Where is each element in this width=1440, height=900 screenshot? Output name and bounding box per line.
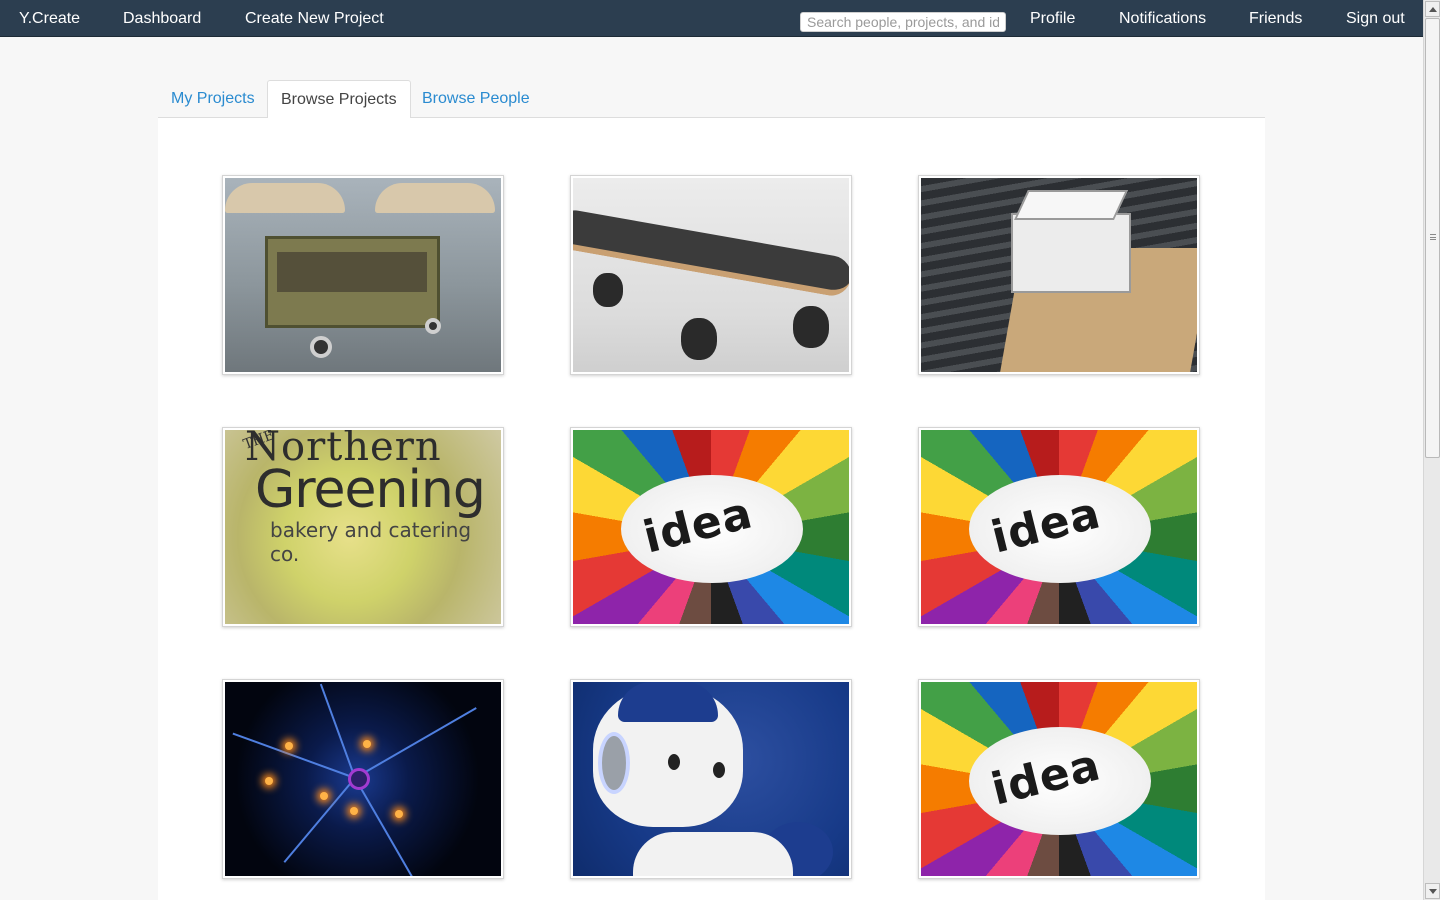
wheel-shape xyxy=(425,318,441,334)
tab-browse-people[interactable]: Browse People xyxy=(409,80,543,118)
skate-wheel-shape xyxy=(681,318,717,360)
top-navbar: Y.Create Dashboard Create New Project Pr… xyxy=(0,0,1423,37)
wheel-shape xyxy=(310,336,332,358)
model-roof-shape xyxy=(1014,190,1128,220)
project-image-neuron xyxy=(225,682,501,876)
arrow-up-icon xyxy=(1429,7,1437,12)
robot-ear-shape xyxy=(598,732,630,794)
scroll-down-button[interactable] xyxy=(1425,883,1440,899)
skate-wheel-shape xyxy=(593,273,623,307)
logo-text: Greening xyxy=(255,460,486,520)
nav-sign-out-link[interactable]: Sign out xyxy=(1346,0,1405,37)
grip-icon xyxy=(1430,234,1436,240)
axon-shape xyxy=(283,777,356,863)
axon-shape xyxy=(319,683,356,779)
scrollbar-thumb[interactable] xyxy=(1425,18,1440,458)
project-card[interactable] xyxy=(570,175,852,375)
project-image-house-model xyxy=(921,178,1197,372)
project-image-idea-pencils: idea xyxy=(921,682,1197,876)
project-image-food-cart xyxy=(225,178,501,372)
project-card[interactable] xyxy=(222,679,504,879)
spark-shape xyxy=(265,777,273,785)
project-image-idea-pencils: idea xyxy=(573,430,849,624)
umbrella-shape xyxy=(225,183,345,213)
project-image-idea-pencils: idea xyxy=(921,430,1197,624)
project-card[interactable] xyxy=(222,175,504,375)
project-card[interactable] xyxy=(570,679,852,879)
project-tabs: My Projects Browse Projects Browse Peopl… xyxy=(158,80,1265,119)
robot-cap-shape xyxy=(618,682,718,722)
nav-profile-link[interactable]: Profile xyxy=(1030,0,1075,37)
arrow-down-icon xyxy=(1429,889,1437,894)
nav-create-project-link[interactable]: Create New Project xyxy=(245,0,384,37)
tab-my-projects[interactable]: My Projects xyxy=(158,80,268,118)
cart-window-shape xyxy=(277,252,427,292)
skate-wheel-shape xyxy=(793,306,829,348)
spark-shape xyxy=(285,742,293,750)
axon-shape xyxy=(354,777,416,876)
spark-shape xyxy=(320,792,328,800)
umbrella-shape xyxy=(375,183,495,213)
nav-dashboard-link[interactable]: Dashboard xyxy=(123,0,201,37)
tab-browse-projects[interactable]: Browse Projects xyxy=(267,80,411,119)
logo-text: bakery and catering co. xyxy=(270,518,472,566)
neuron-nucleus-shape xyxy=(348,768,370,790)
axon-shape xyxy=(354,707,477,779)
project-card[interactable] xyxy=(918,175,1200,375)
project-image-robot xyxy=(573,682,849,876)
project-image-skateboard xyxy=(573,178,849,372)
project-card[interactable]: THE Northern Greening bakery and caterin… xyxy=(222,427,504,627)
nav-friends-link[interactable]: Friends xyxy=(1249,0,1302,37)
project-card[interactable]: idea xyxy=(918,679,1200,879)
robot-eye-shape xyxy=(713,762,725,778)
project-image-northern-greening: THE Northern Greening bakery and caterin… xyxy=(225,430,501,624)
search-input[interactable] xyxy=(800,12,1006,32)
project-card[interactable]: idea xyxy=(570,427,852,627)
robot-eye-shape xyxy=(668,754,680,770)
model-house-shape xyxy=(1011,213,1131,293)
scroll-up-button[interactable] xyxy=(1425,1,1440,17)
spark-shape xyxy=(395,810,403,818)
spark-shape xyxy=(350,807,358,815)
nav-notifications-link[interactable]: Notifications xyxy=(1119,0,1206,37)
vertical-scrollbar[interactable] xyxy=(1423,0,1440,900)
project-card[interactable]: idea xyxy=(918,427,1200,627)
spark-shape xyxy=(363,740,371,748)
robot-body-shape xyxy=(633,832,793,876)
axon-shape xyxy=(232,732,356,779)
brand-link[interactable]: Y.Create xyxy=(19,0,80,37)
